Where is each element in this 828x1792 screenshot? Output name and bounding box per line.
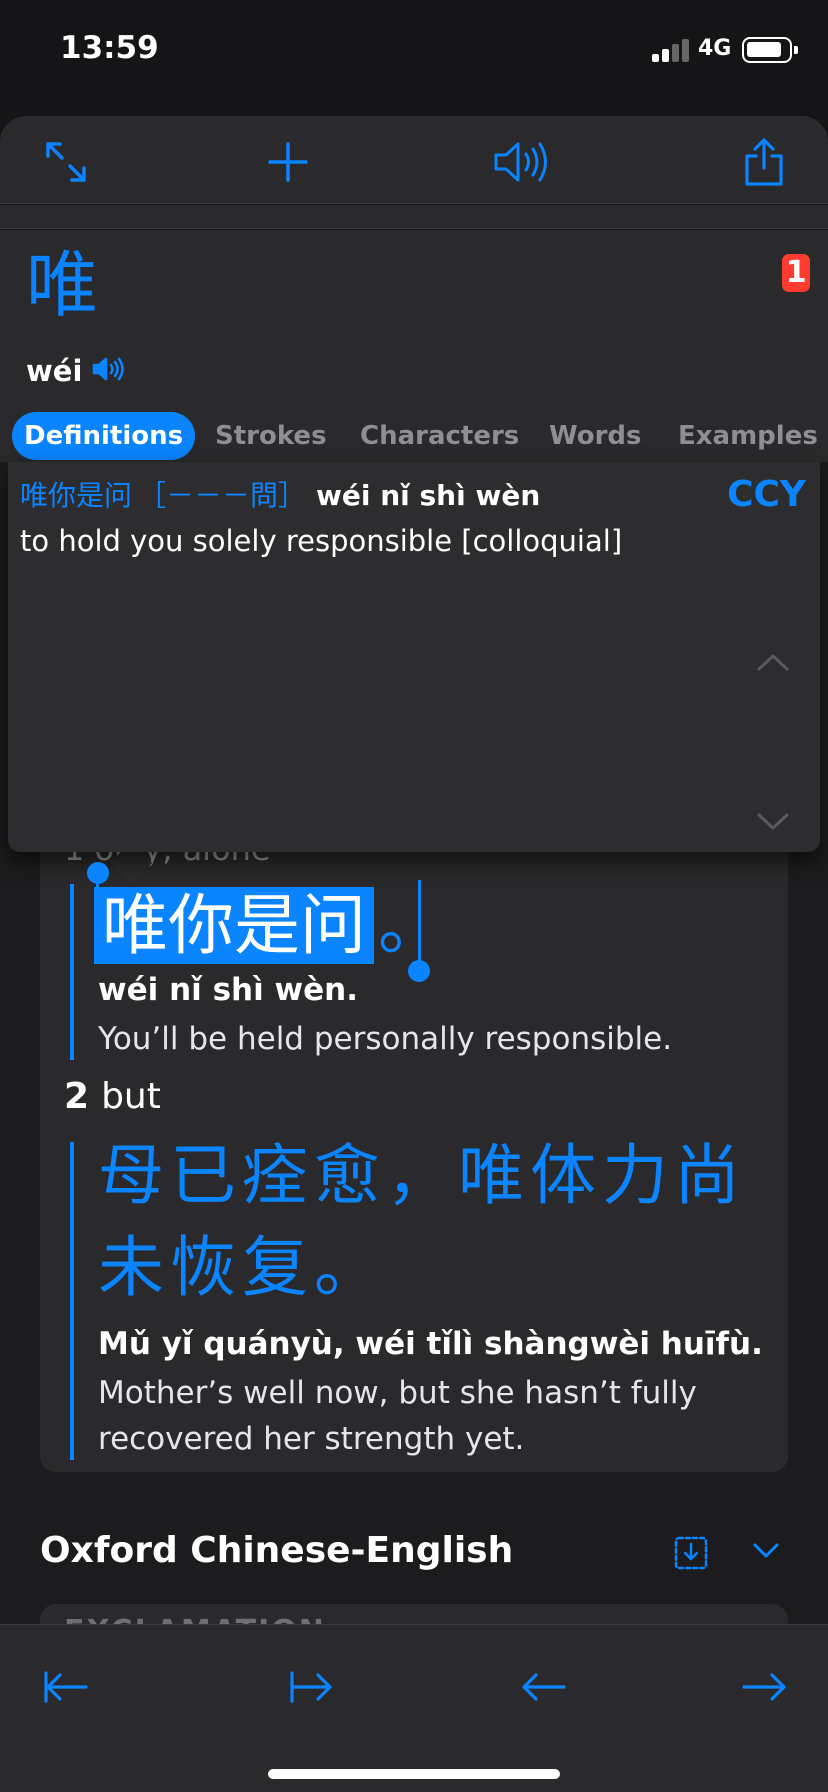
popup-pinyin: wéi nǐ shì wèn bbox=[316, 479, 541, 512]
example-bar-2 bbox=[70, 1142, 74, 1460]
plus-icon[interactable] bbox=[260, 134, 316, 190]
sense-2: 2 but bbox=[64, 1076, 161, 1117]
tab-definitions[interactable]: Definitions bbox=[12, 412, 196, 460]
tab-examples[interactable]: Examples bbox=[678, 412, 818, 460]
signal-icon bbox=[652, 38, 692, 62]
example-2-pinyin: Mǔ yǐ quányù, wéi tǐlì shàngwèi huīfù. bbox=[98, 1326, 763, 1362]
selection-end-line bbox=[418, 880, 421, 964]
example-1-punct: 。 bbox=[378, 887, 444, 964]
speaker-icon[interactable] bbox=[492, 134, 554, 190]
download-icon[interactable] bbox=[674, 1536, 708, 1574]
oxford-section-title[interactable]: Oxford Chinese-English bbox=[40, 1530, 513, 1571]
selection-start-handle[interactable] bbox=[87, 862, 109, 884]
pinyin-row: wéi bbox=[26, 354, 126, 388]
popup-hanzi[interactable]: 唯你是问 bbox=[20, 474, 132, 514]
tab-characters[interactable]: Characters bbox=[360, 412, 519, 460]
pronounce-icon[interactable] bbox=[92, 355, 126, 387]
popup-traditional: ［－－－問］ bbox=[138, 479, 307, 512]
chevron-down-icon[interactable] bbox=[752, 1542, 780, 1564]
chevron-down-icon[interactable] bbox=[756, 812, 790, 836]
example-bar bbox=[70, 884, 74, 1060]
battery-icon bbox=[742, 37, 798, 63]
sense-2-label: but bbox=[101, 1076, 161, 1117]
share-icon[interactable] bbox=[736, 134, 792, 190]
top-toolbar bbox=[0, 116, 828, 204]
lookup-popup: 唯你是问 ［－－－問］ wéi nǐ shì wèn CCY to hold y… bbox=[8, 462, 820, 852]
jump-to-end-icon[interactable] bbox=[278, 1655, 342, 1719]
sense-2-number: 2 bbox=[64, 1076, 90, 1117]
example-2-english-line2: recovered her strength yet. bbox=[98, 1421, 525, 1457]
example-1-english: You’ll be held personally responsible. bbox=[98, 1021, 673, 1057]
popup-headline: 唯你是问 ［－－－問］ wéi nǐ shì wèn bbox=[20, 474, 540, 514]
notification-badge[interactable]: 1 bbox=[782, 254, 810, 292]
section-tabs: Definitions Strokes Characters Words Exa… bbox=[12, 412, 828, 460]
home-indicator[interactable] bbox=[268, 1769, 560, 1779]
example-1-pinyin: wéi nǐ shì wèn. bbox=[98, 972, 359, 1008]
expand-icon[interactable] bbox=[38, 134, 94, 190]
tab-strokes[interactable]: Strokes bbox=[215, 412, 327, 460]
headword-pinyin: wéi bbox=[26, 354, 83, 388]
selection-end-handle[interactable] bbox=[408, 960, 430, 982]
tab-words[interactable]: Words bbox=[549, 412, 642, 460]
example-2-english-line1: Mother’s well now, but she hasn’t fully bbox=[98, 1375, 697, 1411]
chevron-up-icon[interactable] bbox=[756, 652, 790, 676]
entry-header: 唯 1 wéi Definitions Strokes Characters W… bbox=[0, 230, 828, 462]
next-arrow-icon[interactable] bbox=[732, 1655, 796, 1719]
status-time: 13:59 bbox=[60, 30, 159, 66]
popup-definition: to hold you solely responsible [colloqui… bbox=[20, 524, 623, 558]
example-1-hanzi[interactable]: 唯你是问。 bbox=[94, 884, 444, 968]
previous-arrow-icon[interactable] bbox=[512, 1655, 576, 1719]
status-bar: 13:59 4G bbox=[0, 0, 828, 100]
bottom-toolbar bbox=[0, 1624, 828, 1792]
headword-character: 唯 bbox=[26, 243, 99, 327]
toolbar-divider bbox=[0, 205, 828, 229]
network-type: 4G bbox=[698, 36, 732, 61]
popup-source[interactable]: CCY bbox=[727, 474, 806, 515]
example-2-hanzi[interactable]: 母已痊愈，唯体力尚未恢复。 bbox=[98, 1130, 748, 1314]
selected-text[interactable]: 唯你是问 bbox=[94, 887, 374, 964]
jump-to-start-icon[interactable] bbox=[34, 1655, 98, 1719]
